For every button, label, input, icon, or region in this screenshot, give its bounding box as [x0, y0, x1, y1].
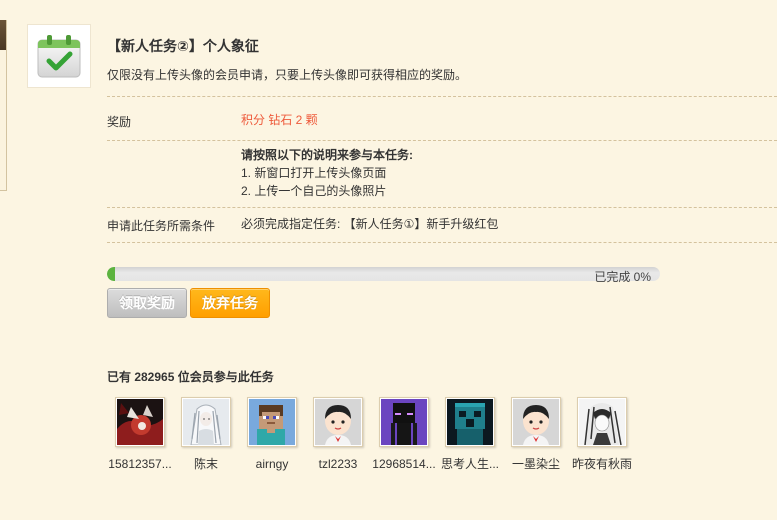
divider [107, 242, 777, 243]
instructions-heading: 请按照以下的说明来参与本任务: [241, 148, 413, 162]
task-detail-page: 【新人任务②】个人象征 仅限没有上传头像的会员申请，只要上传头像即可获得相应的奖… [0, 0, 777, 520]
progress-bar [107, 267, 660, 281]
member-item[interactable]: airngy [239, 397, 305, 477]
task-title: 【新人任务②】个人象征 [107, 38, 259, 54]
member-avatar[interactable] [247, 397, 297, 447]
member-item[interactable]: tzl2233 [305, 397, 371, 477]
divider [107, 207, 777, 208]
member-item[interactable]: 昨夜有秋雨 [569, 397, 635, 477]
member-avatar[interactable] [445, 397, 495, 447]
requirement-label: 申请此任务所需条件 [107, 219, 216, 233]
divider [107, 96, 777, 97]
task-icon-box [27, 24, 91, 88]
member-item[interactable]: 思考人生... [437, 397, 503, 477]
member-item[interactable]: 陈末 [173, 397, 239, 477]
progress-fill [107, 267, 115, 281]
claim-reward-button[interactable]: 领取奖励 [107, 288, 187, 318]
participants-summary: 已有 282965 位会员参与此任务 [107, 370, 274, 384]
member-item[interactable]: 15812357... [107, 397, 173, 477]
member-avatar[interactable] [181, 397, 231, 447]
abandon-task-button[interactable]: 放弃任务 [190, 288, 270, 318]
member-avatar[interactable] [577, 397, 627, 447]
member-name[interactable]: 昨夜有秋雨 [563, 455, 641, 473]
instruction-step: 2. 上传一个自己的头像照片 [241, 184, 387, 198]
reward-value: 积分 钻石 2 颗 [241, 113, 318, 127]
reward-label: 奖励 [107, 115, 132, 129]
sidebar-panel-edge [0, 20, 7, 191]
instruction-step: 1. 新窗口打开上传头像页面 [241, 166, 387, 180]
member-avatar[interactable] [313, 397, 363, 447]
member-avatar[interactable] [379, 397, 429, 447]
member-item[interactable]: 一墨染尘 [503, 397, 569, 477]
requirement-value: 必须完成指定任务: 【新人任务①】新手升级红包 [241, 217, 499, 231]
progress-label: 已完成 0% [594, 270, 651, 284]
member-avatar[interactable] [511, 397, 561, 447]
member-avatar[interactable] [115, 397, 165, 447]
sidebar-panel-header [0, 20, 6, 50]
task-description: 仅限没有上传头像的会员申请，只要上传头像即可获得相应的奖励。 [107, 68, 468, 82]
divider [107, 140, 777, 141]
calendar-check-icon [37, 35, 81, 78]
member-item[interactable]: 12968514... [371, 397, 437, 477]
